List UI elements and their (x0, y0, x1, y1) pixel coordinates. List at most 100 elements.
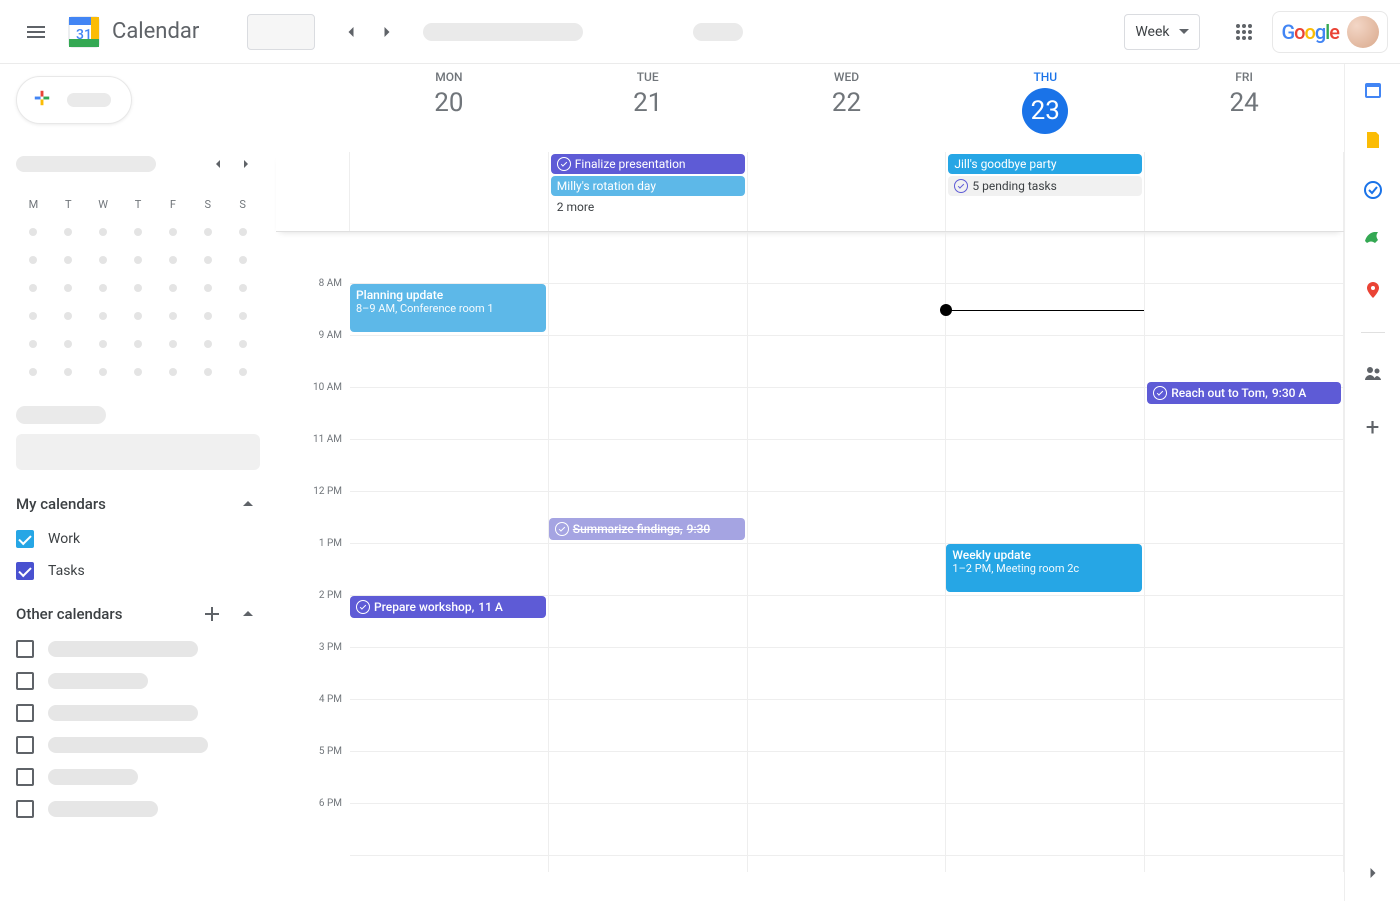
people-side-icon[interactable] (1363, 363, 1383, 383)
next-week-button[interactable] (371, 16, 403, 48)
calendar-checkbox[interactable] (16, 672, 34, 690)
calendar-item[interactable] (16, 640, 260, 658)
allday-cell[interactable]: Jill's goodbye party5 pending tasks (946, 152, 1145, 231)
mini-day-cell[interactable] (121, 330, 156, 358)
mini-day-cell[interactable] (225, 302, 260, 330)
today-button[interactable] (247, 14, 315, 50)
allday-event[interactable]: Jill's goodbye party (948, 154, 1142, 174)
keep-side-icon[interactable] (1363, 130, 1383, 150)
mini-day-cell[interactable] (190, 218, 225, 246)
prev-week-button[interactable] (335, 16, 367, 48)
add-other-calendar-icon[interactable] (200, 602, 224, 626)
mini-day-cell[interactable] (16, 302, 51, 330)
calendar-item[interactable] (16, 800, 260, 818)
day-column[interactable]: Planning update8–9 AM, Conference room 1… (350, 232, 549, 872)
calendar-item[interactable] (16, 672, 260, 690)
mini-day-cell[interactable] (190, 358, 225, 386)
mini-day-cell[interactable] (225, 274, 260, 302)
event-block[interactable]: Summarize findings, 9:30 (549, 518, 745, 540)
mini-day-cell[interactable] (86, 218, 121, 246)
mini-day-cell[interactable] (121, 358, 156, 386)
day-column[interactable]: Reach out to Tom, 9:30 A (1145, 232, 1344, 872)
calendar-item[interactable]: Tasks (16, 562, 260, 580)
mini-day-cell[interactable] (51, 218, 86, 246)
mini-day-cell[interactable] (86, 246, 121, 274)
mini-day-cell[interactable] (86, 274, 121, 302)
mini-day-cell[interactable] (225, 246, 260, 274)
allday-cell[interactable] (350, 152, 549, 231)
mini-day-cell[interactable] (51, 330, 86, 358)
day-header[interactable]: MON20 (350, 64, 549, 152)
mini-day-cell[interactable] (155, 358, 190, 386)
calendar-checkbox[interactable] (16, 562, 34, 580)
calendar-item[interactable] (16, 704, 260, 722)
hide-side-panel[interactable] (1363, 863, 1383, 887)
mini-day-cell[interactable] (51, 302, 86, 330)
mini-day-cell[interactable] (16, 218, 51, 246)
mini-day-cell[interactable] (51, 358, 86, 386)
mini-day-cell[interactable] (16, 246, 51, 274)
mini-day-cell[interactable] (51, 274, 86, 302)
mini-day-cell[interactable] (86, 358, 121, 386)
mini-day-cell[interactable] (190, 302, 225, 330)
day-header[interactable]: THU23 (946, 64, 1145, 152)
mini-day-cell[interactable] (225, 218, 260, 246)
contacts-side-icon[interactable] (1363, 230, 1383, 250)
mini-day-cell[interactable] (121, 274, 156, 302)
mini-day-cell[interactable] (16, 274, 51, 302)
mini-day-cell[interactable] (155, 246, 190, 274)
mini-day-cell[interactable] (225, 330, 260, 358)
calendar-checkbox[interactable] (16, 768, 34, 786)
other-calendars-toggle[interactable]: Other calendars (16, 602, 260, 626)
mini-day-cell[interactable] (155, 330, 190, 358)
day-column[interactable]: Weekly update1–2 PM, Meeting room 2c (946, 232, 1145, 872)
mini-day-cell[interactable] (155, 274, 190, 302)
allday-cell[interactable]: Finalize presentationMilly's rotation da… (549, 152, 748, 231)
calendar-item[interactable] (16, 768, 260, 786)
my-calendars-toggle[interactable]: My calendars (16, 492, 260, 516)
day-column[interactable]: Summarize findings, 9:30 (549, 232, 748, 872)
calendar-checkbox[interactable] (16, 530, 34, 548)
event-block[interactable]: Weekly update1–2 PM, Meeting room 2c (946, 544, 1142, 592)
allday-event[interactable]: Milly's rotation day (551, 176, 745, 196)
add-addon-icon[interactable]: + (1366, 413, 1380, 441)
mini-day-cell[interactable] (16, 358, 51, 386)
mini-day-cell[interactable] (155, 218, 190, 246)
mini-day-cell[interactable] (155, 302, 190, 330)
hamburger-menu[interactable] (12, 8, 60, 56)
mini-cal-prev[interactable] (204, 150, 232, 178)
mini-day-cell[interactable] (121, 246, 156, 274)
mini-day-cell[interactable] (51, 246, 86, 274)
calendar-checkbox[interactable] (16, 736, 34, 754)
tasks-side-icon[interactable] (1363, 180, 1383, 200)
maps-side-icon[interactable] (1363, 280, 1383, 300)
day-header[interactable]: WED22 (748, 64, 947, 152)
more-events-link[interactable]: 2 more (551, 198, 745, 216)
day-header[interactable]: FRI24 (1145, 64, 1344, 152)
create-button[interactable] (16, 76, 132, 124)
mini-day-cell[interactable] (225, 358, 260, 386)
day-column[interactable] (748, 232, 947, 872)
event-block[interactable]: Planning update8–9 AM, Conference room 1 (350, 284, 546, 332)
allday-cell[interactable] (748, 152, 947, 231)
view-selector[interactable]: Week (1124, 14, 1200, 50)
mini-day-cell[interactable] (121, 218, 156, 246)
calendar-item[interactable] (16, 736, 260, 754)
mini-day-cell[interactable] (190, 330, 225, 358)
mini-day-cell[interactable] (16, 330, 51, 358)
avatar[interactable] (1347, 16, 1379, 48)
allday-cell[interactable] (1145, 152, 1344, 231)
account-button[interactable]: Google (1272, 11, 1388, 53)
allday-event[interactable]: Finalize presentation (551, 154, 745, 174)
calendar-checkbox[interactable] (16, 640, 34, 658)
event-block[interactable]: Prepare workshop, 11 A (350, 596, 546, 618)
google-apps-icon[interactable] (1220, 8, 1268, 56)
calendar-checkbox[interactable] (16, 704, 34, 722)
calendar-side-icon[interactable] (1363, 80, 1383, 100)
calendar-checkbox[interactable] (16, 800, 34, 818)
mini-calendar[interactable]: MTWTFSS (16, 190, 260, 386)
allday-event[interactable]: 5 pending tasks (948, 176, 1142, 196)
mini-day-cell[interactable] (190, 274, 225, 302)
event-block[interactable]: Reach out to Tom, 9:30 A (1147, 382, 1341, 404)
calendar-item[interactable]: Work (16, 530, 260, 548)
